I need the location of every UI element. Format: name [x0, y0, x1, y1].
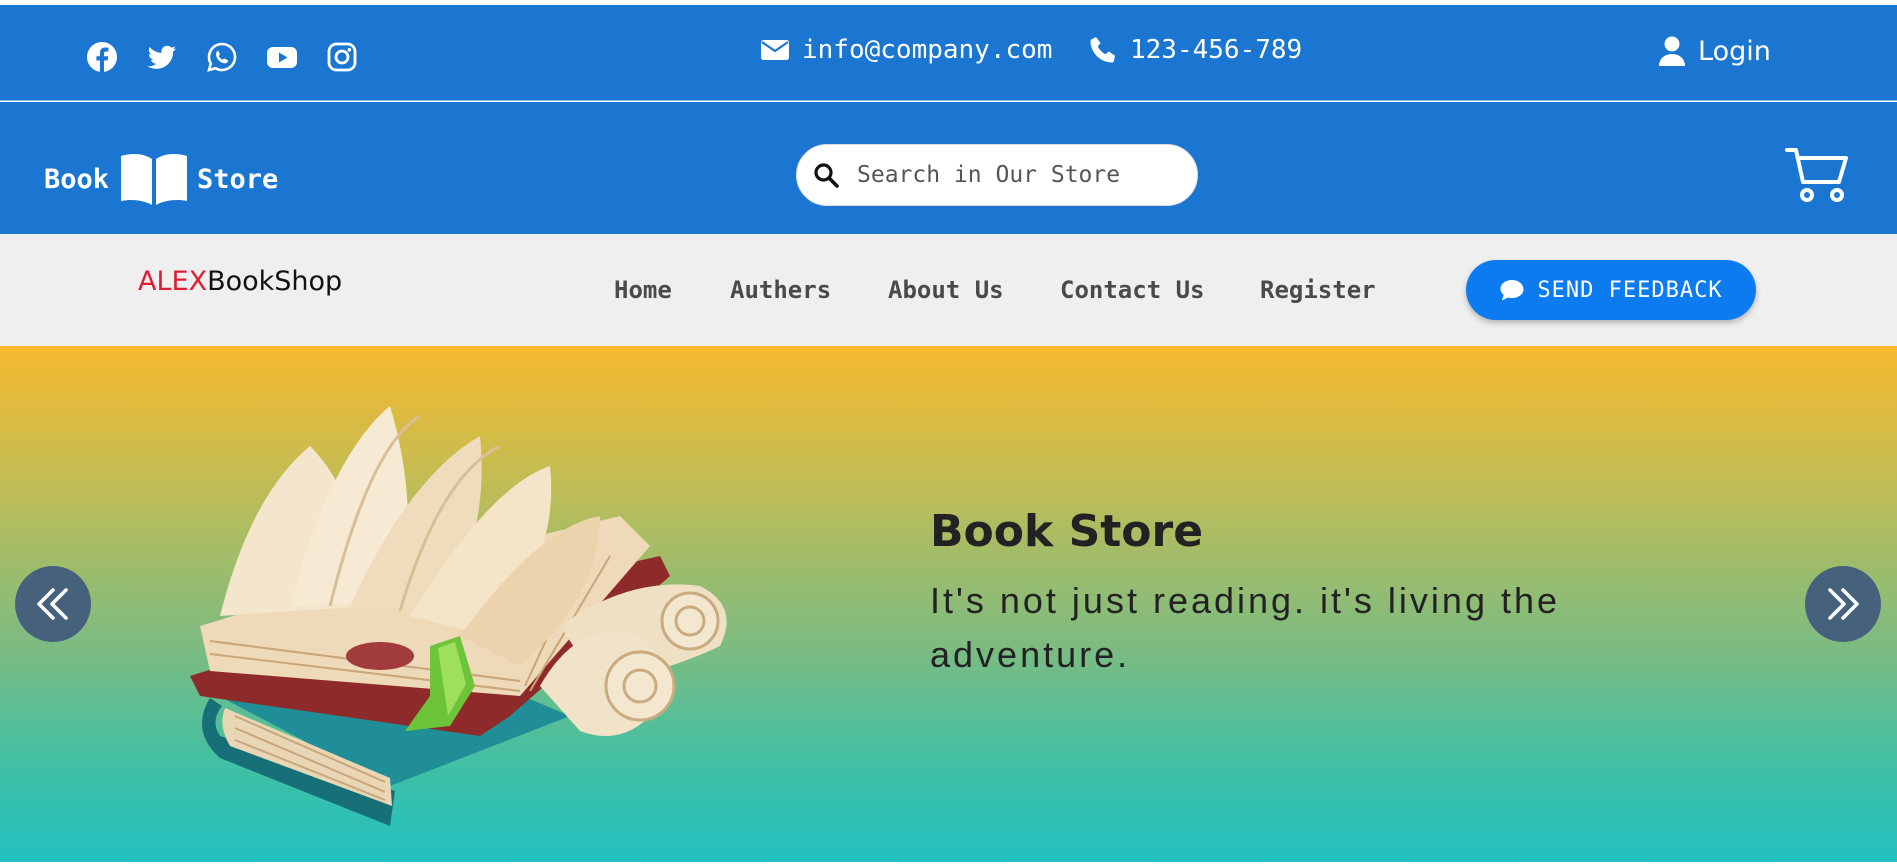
send-feedback-label: SEND FEEDBACK	[1537, 277, 1723, 303]
brand-name[interactable]: ALEXBookShop	[138, 266, 342, 297]
send-feedback-button[interactable]: SEND FEEDBACK	[1466, 260, 1756, 320]
books-illustration	[190, 406, 727, 826]
hero-subtitle: It's not just reading. it's living the a…	[930, 580, 1561, 675]
search-icon[interactable]	[813, 162, 839, 188]
hero-title: Book Store	[930, 506, 1204, 557]
search-bar	[796, 144, 1198, 206]
login-link[interactable]: Login	[1658, 35, 1771, 67]
envelope-icon	[761, 40, 789, 60]
top-bar: info@company.com 123-456-789 Login	[0, 5, 1897, 101]
comment-icon	[1500, 280, 1524, 301]
instagram-icon[interactable]	[324, 39, 360, 75]
main-header: Book Store	[0, 102, 1897, 234]
slider-next-button[interactable]	[1805, 566, 1881, 642]
cart-icon[interactable]	[1785, 146, 1849, 204]
navigation-bar: ALEXBookShop Home Authers About Us Conta…	[0, 234, 1897, 346]
phone-icon	[1090, 37, 1115, 63]
login-label: Login	[1698, 35, 1771, 67]
email-contact[interactable]: info@company.com	[760, 35, 1052, 65]
hero-slider: Book Store It's not just reading. it's l…	[0, 346, 1897, 862]
facebook-icon[interactable]	[84, 39, 120, 75]
double-chevron-left-icon	[37, 588, 68, 620]
nav-item-register[interactable]: Register	[1260, 276, 1376, 304]
email-address: info@company.com	[802, 35, 1053, 65]
nav-item-contact-us[interactable]: Contact Us	[1060, 276, 1205, 304]
twitter-icon[interactable]	[144, 39, 180, 75]
nav-item-authers[interactable]: Authers	[730, 276, 831, 304]
logo-text-right: Store	[197, 163, 279, 195]
slider-prev-button[interactable]	[15, 566, 91, 642]
logo-text-left: Book	[44, 163, 110, 195]
whatsapp-icon[interactable]	[204, 39, 240, 75]
phone-contact[interactable]: 123-456-789	[1088, 35, 1302, 65]
brand-rest: BookShop	[207, 266, 343, 297]
phone-number: 123-456-789	[1130, 35, 1303, 65]
brand-accent: ALEX	[138, 266, 208, 297]
double-chevron-right-icon	[1828, 588, 1859, 620]
nav-item-about-us[interactable]: About Us	[888, 276, 1004, 304]
open-book-icon	[121, 154, 188, 205]
search-input[interactable]	[855, 161, 1179, 189]
site-logo[interactable]: Book Store	[44, 152, 278, 206]
nav-item-home[interactable]: Home	[614, 276, 672, 304]
youtube-icon[interactable]	[264, 39, 300, 75]
social-links	[84, 39, 360, 75]
user-icon	[1659, 36, 1685, 66]
